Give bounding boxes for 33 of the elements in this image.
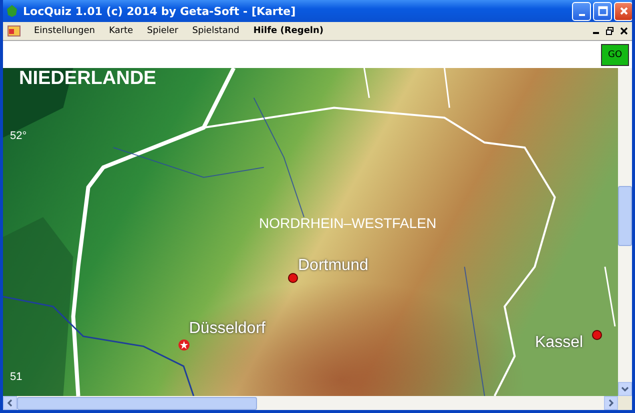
scroll-left-icon[interactable] [3, 396, 17, 410]
horizontal-scrollbar[interactable] [3, 396, 618, 410]
menu-item[interactable]: Hilfe (Regeln) [246, 26, 331, 36]
scroll-thumb[interactable] [17, 396, 257, 410]
leaf-icon [5, 4, 19, 18]
menu-item[interactable]: Spieler [140, 26, 186, 36]
country-label: NIEDERLANDE [19, 68, 156, 90]
city-label: Dortmund [298, 257, 368, 275]
maximize-button[interactable] [593, 2, 612, 20]
menu-item[interactable]: Spielstand [185, 26, 246, 36]
scroll-thumb[interactable] [618, 186, 632, 246]
menu-item[interactable]: Einstellungen [27, 26, 102, 36]
scroll-right-icon[interactable] [604, 396, 618, 410]
city-label: Kassel [535, 334, 584, 352]
vertical-scrollbar[interactable] [618, 68, 632, 410]
latitude-label: 52° [10, 130, 27, 142]
city-label: Düsseldorf [189, 320, 266, 338]
latitude-label: 51 [10, 371, 22, 383]
close-button[interactable] [614, 2, 632, 20]
state-label: NORDRHEIN–WESTFALEN [259, 215, 436, 231]
close-icon[interactable] [620, 27, 628, 35]
window-icon [7, 25, 21, 37]
go-button[interactable]: GO [601, 44, 629, 66]
maximize-icon [598, 6, 608, 16]
restore-icon[interactable] [606, 27, 614, 35]
scrollbar-corner [618, 396, 632, 410]
capital-marker[interactable] [178, 339, 190, 351]
scroll-down-icon[interactable] [618, 382, 632, 396]
menu-item[interactable]: Karte [102, 26, 140, 36]
window-title: LocQuiz 1.01 (c) 2014 by Geta-Soft - [Karte] [23, 4, 297, 18]
close-icon [618, 6, 628, 16]
minimize-button[interactable] [572, 2, 591, 20]
minimize-icon [578, 14, 584, 16]
